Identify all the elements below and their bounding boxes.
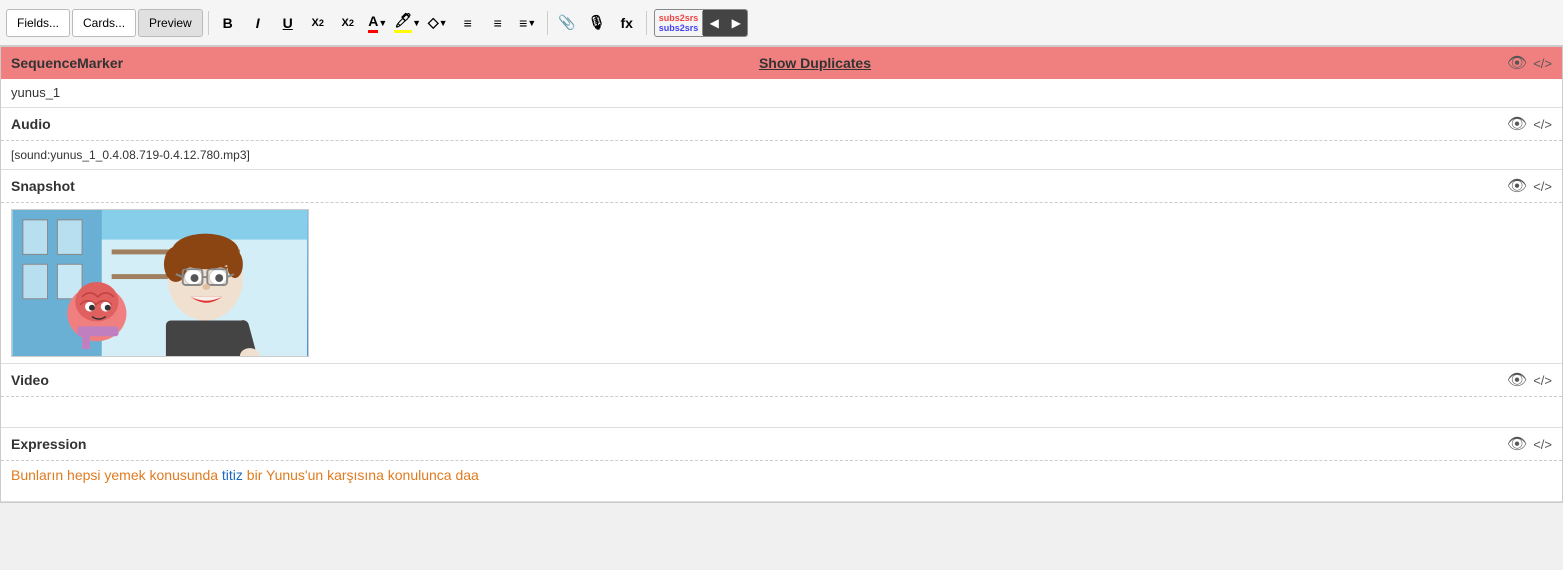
attach-icon: 📎: [558, 14, 575, 31]
sequence-marker-center: Show Duplicates: [123, 55, 1507, 71]
fields-button[interactable]: Fields...: [6, 9, 70, 37]
sequence-marker-eye-icon[interactable]: 👁: [1507, 53, 1527, 73]
video-eye-icon[interactable]: 👁: [1507, 370, 1527, 390]
ordered-list-icon: ≡: [494, 15, 502, 31]
snapshot-code-icon[interactable]: </>: [1533, 179, 1552, 194]
snapshot-image: [11, 209, 309, 357]
align-icon: ≡: [519, 15, 527, 31]
audio-code-icon[interactable]: </>: [1533, 117, 1552, 132]
highlight-dropdown-icon[interactable]: ▼: [412, 18, 421, 28]
audio-field: Audio 👁 </> [sound:yunus_1_0.4.08.719-0.…: [1, 108, 1562, 170]
sequence-marker-header: SequenceMarker Show Duplicates 👁 </>: [1, 47, 1562, 79]
audio-value: [sound:yunus_1_0.4.08.719-0.4.12.780.mp3…: [11, 148, 250, 162]
align-dropdown-icon[interactable]: ▼: [527, 18, 536, 28]
italic-button[interactable]: I: [244, 9, 272, 37]
unordered-list-button[interactable]: ≡: [454, 9, 482, 37]
expression-label: Expression: [11, 436, 86, 452]
eraser-button[interactable]: ◇ ▼: [424, 9, 452, 37]
subscript-button[interactable]: X2: [334, 9, 362, 37]
expression-field: Expression 👁 </> Bunların hepsi yemek ko…: [1, 428, 1562, 502]
font-color-dropdown-icon[interactable]: ▼: [378, 18, 387, 28]
video-content[interactable]: [1, 397, 1562, 427]
sequence-marker-label: SequenceMarker: [11, 55, 123, 71]
underline-button[interactable]: U: [274, 9, 302, 37]
sequence-marker-field: SequenceMarker Show Duplicates 👁 </> yun…: [1, 47, 1562, 108]
snapshot-field: Snapshot 👁 </>: [1, 170, 1562, 364]
expression-segment-2: titiz: [222, 467, 243, 483]
preview-button[interactable]: Preview: [138, 9, 203, 37]
cards-button[interactable]: Cards...: [72, 9, 136, 37]
snapshot-eye-icon[interactable]: 👁: [1507, 176, 1527, 196]
font-color-button[interactable]: A ▼: [364, 9, 392, 37]
bold-button[interactable]: B: [214, 9, 242, 37]
expression-segment-1: Bunların hepsi yemek konusunda: [11, 467, 222, 483]
audio-label: Audio: [11, 116, 51, 132]
subs2srs-next-button[interactable]: ▶: [725, 9, 747, 37]
record-icon: 🎙: [588, 14, 606, 31]
snapshot-svg: [12, 210, 308, 356]
audio-header: Audio 👁 </>: [1, 108, 1562, 141]
font-color-label: A: [368, 13, 378, 33]
expression-header: Expression 👁 </>: [1, 428, 1562, 461]
subs2srs-group: subs2srs subs2srs ◀ ▶: [654, 9, 749, 37]
sequence-marker-actions: 👁 </>: [1507, 53, 1552, 73]
highlight-icon: 🖊: [394, 12, 412, 33]
attach-button[interactable]: 📎: [553, 9, 581, 37]
snapshot-label: Snapshot: [11, 178, 75, 194]
audio-actions: 👁 </>: [1507, 114, 1552, 134]
show-duplicates-link[interactable]: Show Duplicates: [759, 55, 871, 71]
eraser-icon: ◇: [428, 14, 439, 31]
eraser-dropdown-icon[interactable]: ▼: [439, 18, 448, 28]
formula-icon: fx: [620, 15, 632, 31]
audio-content[interactable]: [sound:yunus_1_0.4.08.719-0.4.12.780.mp3…: [1, 141, 1562, 169]
divider-2: [547, 11, 548, 35]
divider-1: [208, 11, 209, 35]
sequence-marker-content[interactable]: yunus_1: [1, 79, 1562, 107]
video-header: Video 👁 </>: [1, 364, 1562, 397]
video-label: Video: [11, 372, 49, 388]
record-button[interactable]: 🎙: [583, 9, 611, 37]
unordered-list-icon: ≡: [464, 15, 472, 31]
expression-segment-3: bir Yunus'un karşısına konulunca daa: [243, 467, 479, 483]
ordered-list-button[interactable]: ≡: [484, 9, 512, 37]
expression-actions: 👁 </>: [1507, 434, 1552, 454]
align-button[interactable]: ≡ ▼: [514, 9, 542, 37]
audio-eye-icon[interactable]: 👁: [1507, 114, 1527, 134]
formula-button[interactable]: fx: [613, 9, 641, 37]
expression-content[interactable]: Bunların hepsi yemek konusunda titiz bir…: [1, 461, 1562, 501]
expression-eye-icon[interactable]: 👁: [1507, 434, 1527, 454]
superscript-button[interactable]: X2: [304, 9, 332, 37]
video-actions: 👁 </>: [1507, 370, 1552, 390]
video-code-icon[interactable]: </>: [1533, 373, 1552, 388]
subs2srs-prev-button[interactable]: ◀: [703, 9, 725, 37]
snapshot-actions: 👁 </>: [1507, 176, 1552, 196]
video-field: Video 👁 </>: [1, 364, 1562, 428]
divider-3: [646, 11, 647, 35]
expression-code-icon[interactable]: </>: [1533, 437, 1552, 452]
snapshot-content: [1, 203, 1562, 363]
toolbar: Fields... Cards... Preview B I U X2 X2 A…: [0, 0, 1563, 46]
subs2srs-label: subs2srs subs2srs: [655, 11, 704, 35]
snapshot-header: Snapshot 👁 </>: [1, 170, 1562, 203]
sequence-marker-value: yunus_1: [11, 85, 60, 100]
sequence-marker-code-icon[interactable]: </>: [1533, 56, 1552, 71]
fields-area: SequenceMarker Show Duplicates 👁 </> yun…: [0, 46, 1563, 503]
highlight-button[interactable]: 🖊 ▼: [394, 9, 422, 37]
